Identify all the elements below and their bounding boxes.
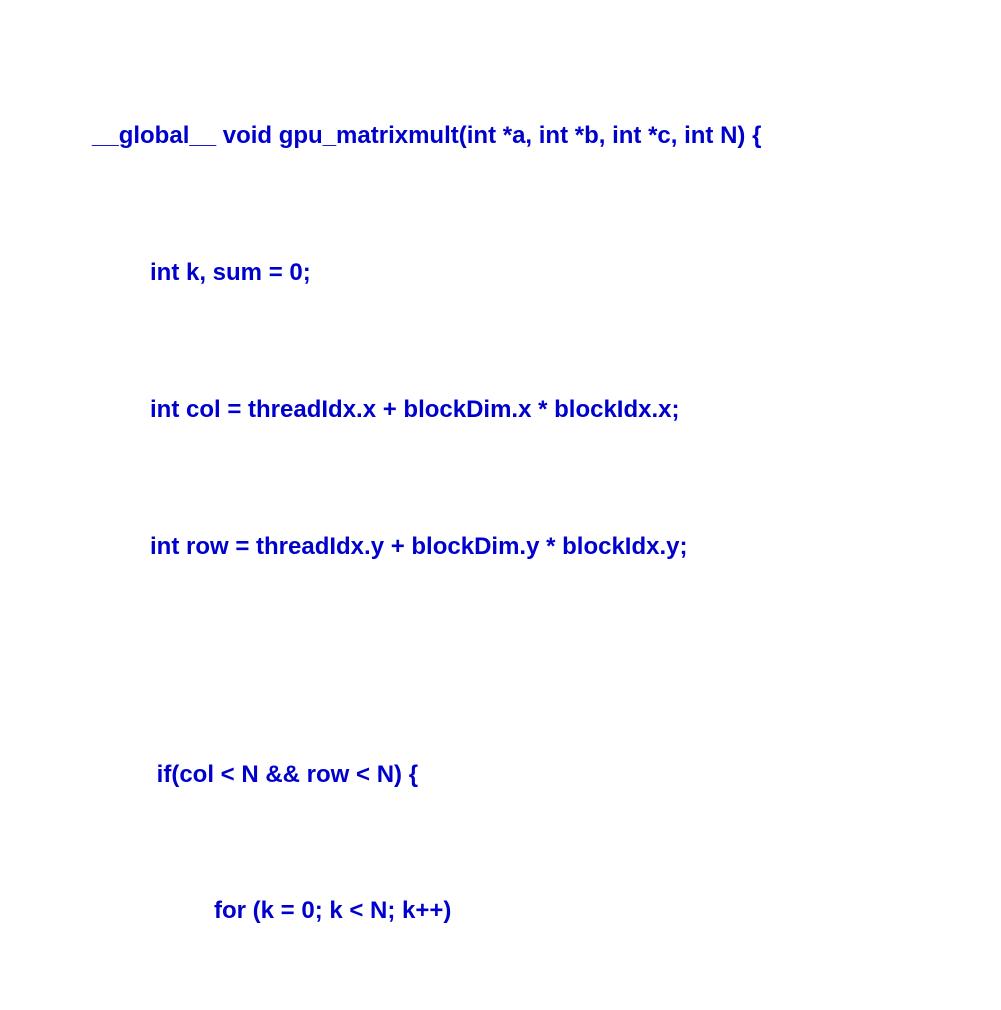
code-line-4: int row = threadIdx.y + blockDim.y * blo… [50,524,1001,570]
code-line-1: __global__ void gpu_matrixmult(int *a, i… [50,113,1001,159]
code-line-3: int col = threadIdx.x + blockDim.x * blo… [50,387,1001,433]
code-line-2: int k, sum = 0; [50,250,1001,296]
code-line-6: if(col < N && row < N) { [50,752,1001,798]
code-line-7: for (k = 0; k < N; k++) [50,888,1001,934]
code-snippet: __global__ void gpu_matrixmult(int *a, i… [50,22,1001,1010]
